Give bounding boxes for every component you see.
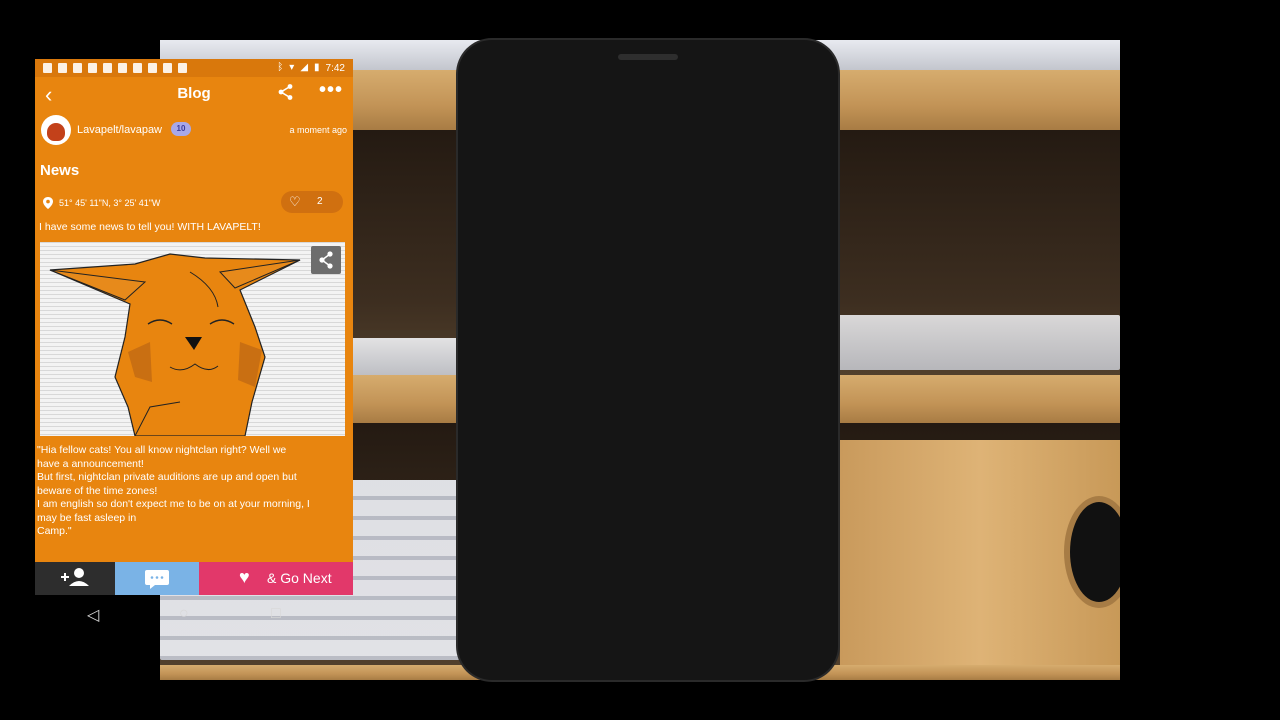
post-body-line: Camp." bbox=[37, 525, 72, 537]
post-body-line: But first, nightclan private auditions a… bbox=[37, 471, 297, 483]
post-title: News bbox=[40, 162, 80, 179]
avatar-image bbox=[47, 123, 65, 141]
chat-icon bbox=[145, 570, 169, 589]
like-and-next-button[interactable]: ♥ & Go Next bbox=[199, 562, 353, 595]
post-body-line: beware of the time zones! bbox=[37, 484, 158, 497]
like-count: 2 bbox=[317, 196, 323, 207]
post-body-line: I am english so don't expect me to be on… bbox=[37, 498, 310, 510]
share-icon bbox=[319, 251, 333, 269]
android-nav-bar: ◁ ○ □ bbox=[35, 595, 353, 637]
paper-stack-right bbox=[830, 315, 1120, 370]
share-icon[interactable] bbox=[277, 83, 295, 106]
notification-icon bbox=[178, 63, 187, 73]
notification-icon bbox=[103, 63, 112, 73]
signal-icon: ◢ bbox=[300, 62, 309, 73]
post-time: a moment ago bbox=[289, 125, 347, 135]
cat-drawing bbox=[40, 242, 345, 436]
post-body-line: have a announcement! bbox=[37, 457, 144, 470]
phone bbox=[458, 40, 838, 680]
post-body-line: "Hia fellow cats! You all know nightclan… bbox=[37, 444, 287, 456]
wifi-icon: ▾ bbox=[289, 62, 295, 73]
post-body: "Hia fellow cats! You all know nightclan… bbox=[35, 444, 335, 539]
image-share-button[interactable] bbox=[311, 246, 341, 274]
avatar[interactable] bbox=[41, 115, 71, 145]
bluetooth-icon: ᛒ bbox=[277, 62, 284, 73]
bottom-action-bar: ♥ & Go Next bbox=[35, 562, 353, 595]
phone-screen: ᛒ ▾ ◢ ▮ 7:42 ‹ Blog ••• Lavapelt/lavapaw… bbox=[35, 59, 353, 595]
page-title: Blog bbox=[177, 85, 211, 102]
notification-icons bbox=[43, 63, 187, 73]
status-time: 7:42 bbox=[325, 62, 345, 74]
drawer-hole bbox=[1070, 502, 1120, 602]
post-image[interactable] bbox=[40, 242, 345, 436]
app-bar: ‹ Blog ••• bbox=[35, 79, 353, 111]
nav-recents-icon[interactable]: □ bbox=[271, 605, 281, 623]
add-user-icon bbox=[61, 568, 89, 586]
next-label: & Go Next bbox=[267, 570, 332, 586]
notification-icon bbox=[163, 63, 172, 73]
heart-outline-icon: ♡ bbox=[289, 194, 301, 209]
status-bar: ᛒ ▾ ◢ ▮ 7:42 bbox=[35, 59, 353, 77]
heart-icon: ♥ bbox=[239, 567, 250, 587]
notification-icon bbox=[118, 63, 127, 73]
notification-icon bbox=[73, 63, 82, 73]
level-badge: 10 bbox=[171, 122, 191, 136]
more-icon[interactable]: ••• bbox=[319, 79, 343, 102]
location-pin-icon bbox=[43, 197, 53, 209]
author-row[interactable]: Lavapelt/lavapaw 10 a moment ago bbox=[41, 115, 347, 145]
notification-icon bbox=[88, 63, 97, 73]
battery-icon: ▮ bbox=[314, 62, 320, 73]
follow-button[interactable] bbox=[35, 562, 115, 595]
notification-icon bbox=[148, 63, 157, 73]
notification-icon bbox=[58, 63, 67, 73]
post-intro: I have some news to tell you! WITH LAVAP… bbox=[39, 221, 261, 233]
chat-button[interactable] bbox=[115, 562, 199, 595]
nav-home-icon[interactable]: ○ bbox=[179, 605, 189, 623]
phone-speaker bbox=[618, 54, 678, 60]
like-button[interactable]: ♡ 2 bbox=[281, 191, 343, 213]
nav-back-icon[interactable]: ◁ bbox=[87, 605, 99, 625]
notification-icon bbox=[133, 63, 142, 73]
location-text: 51° 45' 11"N, 3° 25' 41"W bbox=[59, 198, 161, 208]
location[interactable]: 51° 45' 11"N, 3° 25' 41"W bbox=[43, 197, 160, 209]
post-body-line: may be fast asleep in bbox=[37, 511, 137, 524]
notification-icon bbox=[43, 63, 52, 73]
author-name[interactable]: Lavapelt/lavapaw bbox=[77, 124, 162, 136]
